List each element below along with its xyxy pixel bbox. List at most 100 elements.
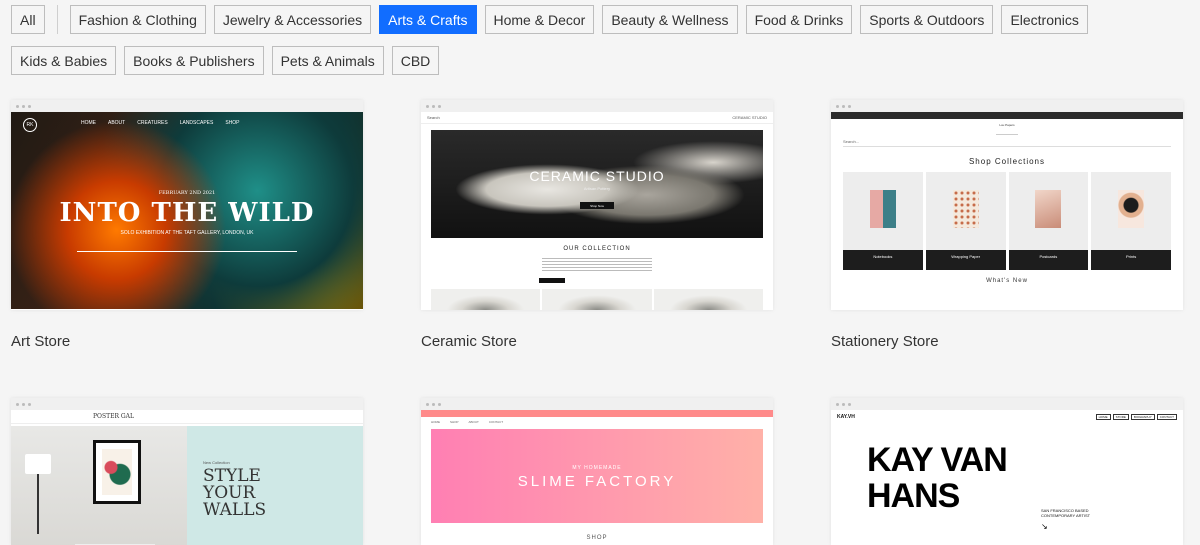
- collection-label: Postcards: [1008, 250, 1089, 270]
- stationery-heading: Shop Collections: [968, 157, 1046, 166]
- template-preview[interactable]: Search CERAMIC STUDIO CERAMIC STUDIO Art…: [421, 100, 773, 310]
- browser-bar: [421, 100, 773, 112]
- kay-nav-item: BIOGRAPHY: [1130, 414, 1155, 420]
- stationery-announcement: [831, 112, 1183, 119]
- poster-small-text: New Collection: [203, 460, 230, 465]
- slime-headline: SLIME FACTORY: [517, 473, 677, 490]
- collection-label: Prints: [1091, 250, 1171, 270]
- template-preview[interactable]: RK HOME ABOUT CREATURES LANDSCAPES SHOP …: [11, 100, 363, 310]
- art-subtitle: SOLO EXHIBITION AT THE TAFT GALLERY, LON…: [120, 230, 254, 236]
- lamp-stem: [37, 474, 39, 534]
- art-headline: INTO THE WILD: [59, 198, 315, 228]
- filter-fashion[interactable]: Fashion & Clothing: [69, 5, 206, 34]
- arrow-icon: ↘: [1041, 522, 1048, 531]
- stationery-collections: Notebooks Wrapping Paper Postcards Print…: [843, 172, 1171, 270]
- ceramic-collection-heading: OUR COLLECTION: [563, 246, 631, 252]
- kay-name-line-2: HANS: [867, 477, 960, 515]
- stationery-search: Search...: [843, 139, 1171, 147]
- art-date: FEBRUARY 2ND 2021: [158, 190, 216, 196]
- filter-divider: [56, 5, 58, 34]
- poster-brand: POSTER GAL: [93, 413, 134, 420]
- filter-books[interactable]: Books & Publishers: [124, 46, 264, 75]
- browser-bar: [831, 398, 1183, 410]
- art-nav-item: ABOUT: [108, 120, 126, 126]
- collection-label: Wrapping Paper: [925, 250, 1006, 270]
- ceramic-shop-button: Shop Now: [580, 202, 614, 209]
- slime-nav: HOME SHOP ABOUT CONTACT: [421, 417, 773, 427]
- browser-bar: [11, 100, 363, 112]
- slime-shop-heading: SHOP: [586, 535, 608, 541]
- ceramic-hero: CERAMIC STUDIO Artisan Pottery Shop Now: [431, 130, 763, 238]
- kay-nav: HOME STORE BIOGRAPHY CONTACT: [1095, 414, 1177, 420]
- art-logo: RK: [23, 118, 37, 132]
- kay-desc-line-2: CONTEMPORARY ARTIST: [1041, 513, 1091, 518]
- ceramic-subtitle: Artisan Pottery: [583, 186, 611, 191]
- template-preview[interactable]: Lou Papers Search... Shop Collections No…: [831, 100, 1183, 310]
- art-divider: [77, 251, 297, 252]
- art-nav-item: SHOP: [225, 120, 240, 126]
- art-nav-item: HOME: [81, 120, 96, 126]
- collection-item: Prints: [1091, 172, 1171, 270]
- filter-row-1: All Fashion & Clothing Jewelry & Accesso…: [11, 5, 1191, 34]
- stationery-logo: Lou Papers: [996, 123, 1018, 135]
- filter-cbd[interactable]: CBD: [391, 46, 440, 75]
- lamp-shade: [25, 454, 51, 474]
- ceramic-headline: CERAMIC STUDIO: [529, 168, 665, 184]
- filter-all[interactable]: All: [11, 5, 45, 34]
- slime-announcement: [421, 410, 773, 417]
- template-preview[interactable]: HOME SHOP ABOUT CONTACT MY HOMEMADE SLIM…: [421, 398, 773, 545]
- filter-beauty[interactable]: Beauty & Wellness: [602, 5, 738, 34]
- poster-headline: STYLE YOUR WALLS: [203, 466, 267, 520]
- category-filters: All Fashion & Clothing Jewelry & Accesso…: [11, 5, 1191, 87]
- slime-nav-item: CONTACT: [488, 420, 504, 424]
- filter-arts-crafts[interactable]: Arts & Crafts: [379, 5, 477, 34]
- ceramic-brand: CERAMIC STUDIO: [732, 115, 767, 120]
- slime-hero: MY HOMEMADE SLIME FACTORY: [431, 429, 763, 523]
- collection-label: Notebooks: [843, 250, 923, 270]
- ceramic-topbar: Search CERAMIC STUDIO: [421, 112, 773, 124]
- slime-nav-item: HOME: [431, 420, 440, 424]
- ceramic-button-2: [539, 278, 565, 283]
- ceramic-search: Search: [427, 115, 440, 120]
- template-title[interactable]: Stationery Store: [831, 333, 939, 350]
- browser-bar: [11, 398, 363, 410]
- kay-nav-item: STORE: [1112, 414, 1129, 420]
- kay-nav-item: HOME: [1095, 414, 1111, 420]
- stationery-whats-new: What's New: [986, 278, 1028, 284]
- filter-electronics[interactable]: Electronics: [1001, 5, 1088, 34]
- filter-pets[interactable]: Pets & Animals: [271, 46, 384, 75]
- art-nav: HOME ABOUT CREATURES LANDSCAPES SHOP: [81, 120, 353, 126]
- browser-bar: [831, 100, 1183, 112]
- slime-nav-item: SHOP: [450, 420, 459, 424]
- stationery-search-text: Search...: [843, 139, 860, 144]
- kay-logo: KAY.VH: [837, 414, 855, 420]
- ceramic-text-block: [542, 258, 652, 272]
- template-title[interactable]: Ceramic Store: [421, 333, 517, 350]
- art-nav-item: LANDSCAPES: [179, 120, 214, 126]
- browser-bar: [421, 398, 773, 410]
- art-nav-item: CREATURES: [137, 120, 168, 126]
- template-preview[interactable]: POSTER GAL New Collection STYLE YOUR WAL…: [11, 398, 363, 545]
- collection-item: Postcards: [1008, 172, 1089, 270]
- poster-hero: POSTER GAL New Collection STYLE YOUR WAL…: [11, 410, 363, 545]
- slime-subtitle: MY HOMEMADE: [572, 465, 622, 471]
- ceramic-product-row: [431, 289, 763, 310]
- art-hero: RK HOME ABOUT CREATURES LANDSCAPES SHOP …: [11, 112, 363, 309]
- framed-print: [93, 440, 141, 504]
- kay-nav-item: CONTACT: [1156, 414, 1177, 420]
- filter-kids[interactable]: Kids & Babies: [11, 46, 117, 75]
- slime-nav-item: ABOUT: [468, 420, 479, 424]
- collection-item: Wrapping Paper: [925, 172, 1006, 270]
- filter-sports[interactable]: Sports & Outdoors: [860, 5, 994, 34]
- filter-home-decor[interactable]: Home & Decor: [484, 5, 595, 34]
- kay-topbar: KAY.VH HOME STORE BIOGRAPHY CONTACT: [831, 410, 1183, 424]
- template-preview[interactable]: KAY.VH HOME STORE BIOGRAPHY CONTACT KAY …: [831, 398, 1183, 545]
- filter-row-2: Kids & Babies Books & Publishers Pets & …: [11, 46, 1191, 75]
- filter-food[interactable]: Food & Drinks: [745, 5, 853, 34]
- kay-name: KAY VAN HANS: [867, 442, 1183, 514]
- kay-name-line-1: KAY VAN: [867, 441, 1008, 479]
- collection-item: Notebooks: [843, 172, 923, 270]
- template-title[interactable]: Art Store: [11, 333, 70, 350]
- poster-topbar: POSTER GAL: [11, 410, 363, 424]
- filter-jewelry[interactable]: Jewelry & Accessories: [213, 5, 372, 34]
